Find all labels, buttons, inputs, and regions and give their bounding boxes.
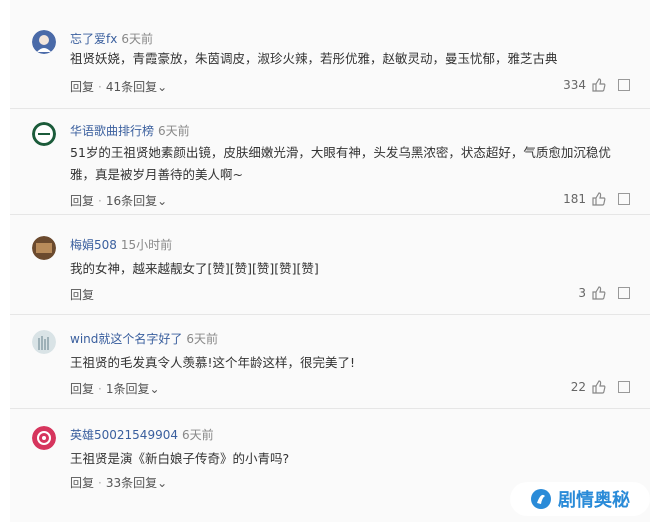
chevron-down-icon: ⌄ xyxy=(149,382,160,396)
report-icon[interactable] xyxy=(618,287,630,299)
timestamp: 15小时前 xyxy=(120,238,173,252)
avatar[interactable] xyxy=(32,426,56,450)
chevron-down-icon: ⌄ xyxy=(157,80,168,94)
avatar[interactable] xyxy=(32,236,56,260)
like-count: 181 xyxy=(563,192,586,206)
comment-user-line: wind就这个名字好了 6天前 xyxy=(70,330,218,347)
username[interactable]: wind就这个名字好了 xyxy=(70,332,182,346)
replies-count: 33条回复 xyxy=(105,476,158,490)
comment-user-line: 英雄50021549904 6天前 xyxy=(70,426,214,443)
comment-actions: 回复 · 41条回复⌄ xyxy=(70,78,167,95)
like-count: 22 xyxy=(570,380,586,394)
replies-count: 41条回复 xyxy=(105,80,158,94)
separator: · xyxy=(98,382,102,396)
reply-button[interactable]: 回复 xyxy=(70,80,94,94)
comment-meta: 3 xyxy=(578,286,630,300)
brand-icon xyxy=(531,489,551,509)
reply-button[interactable]: 回复 xyxy=(70,288,94,302)
avatar[interactable] xyxy=(32,330,56,354)
comment-user-line: 梅娟508 15小时前 xyxy=(70,236,172,253)
comment-item: wind就这个名字好了 6天前 王祖贤的毛发真令人羡慕!这个年龄这样，很完美了! … xyxy=(10,318,650,409)
comment-actions: 回复 · 1条回复⌄ xyxy=(70,380,160,397)
timestamp: 6天前 xyxy=(121,32,153,46)
comment-user-line: 忘了爱fx 6天前 xyxy=(70,30,153,47)
chevron-down-icon: ⌄ xyxy=(157,476,168,490)
comment-meta: 334 xyxy=(563,78,630,92)
username[interactable]: 梅娟508 xyxy=(70,238,117,252)
comment-item: 华语歌曲排行榜 6天前 51岁的王祖贤她素颜出镜，皮肤细嫩光滑，大眼有神，头发乌黑… xyxy=(10,110,650,215)
chevron-down-icon: ⌄ xyxy=(157,194,168,208)
report-icon[interactable] xyxy=(618,79,630,91)
replies-count: 1条回复 xyxy=(105,382,150,396)
reply-button[interactable]: 回复 xyxy=(70,476,94,490)
thumbs-up-icon[interactable] xyxy=(592,78,606,92)
separator: · xyxy=(98,476,102,490)
comment-actions: 回复 · 33条回复⌄ xyxy=(70,474,167,491)
reply-button[interactable]: 回复 xyxy=(70,194,94,208)
comments-panel: 忘了爱fx 6天前 祖贤妖娆，青霞豪放，朱茵调皮，淑珍火辣，若彤优雅，赵敏灵动，曼… xyxy=(10,0,650,522)
username[interactable]: 华语歌曲排行榜 xyxy=(70,124,154,138)
comment-text: 王祖贤是演《新白娘子传奇》的小青吗? xyxy=(70,451,290,466)
report-icon[interactable] xyxy=(618,381,630,393)
like-count: 334 xyxy=(563,78,586,92)
timestamp: 6天前 xyxy=(186,332,219,346)
comment-item: 梅娟508 15小时前 我的女神，越来越靓女了[赞][赞][赞][赞][赞] 回复… xyxy=(10,224,650,315)
thumbs-up-icon[interactable] xyxy=(592,380,606,394)
comment-actions: 回复 · 16条回复⌄ xyxy=(70,192,167,209)
username[interactable]: 英雄50021549904 xyxy=(70,428,178,442)
watermark-logo: 剧情奥秘 xyxy=(510,482,650,516)
replies-count: 16条回复 xyxy=(105,194,158,208)
timestamp: 6天前 xyxy=(158,124,190,138)
comment-text: 王祖贤的毛发真令人羡慕!这个年龄这样，很完美了! xyxy=(70,355,356,370)
separator: · xyxy=(98,80,102,94)
report-icon[interactable] xyxy=(618,193,630,205)
comment-item: 忘了爱fx 6天前 祖贤妖娆，青霞豪放，朱茵调皮，淑珍火辣，若彤优雅，赵敏灵动，曼… xyxy=(10,18,650,109)
comment-actions: 回复 xyxy=(70,286,94,303)
comment-text: 51岁的王祖贤她素颜出镜，皮肤细嫩光滑，大眼有神，头发乌黑浓密，状态超好，气质愈… xyxy=(70,145,611,182)
separator: · xyxy=(98,194,102,208)
replies-toggle[interactable]: 1条回复⌄ xyxy=(106,382,160,396)
comment-user-line: 华语歌曲排行榜 6天前 xyxy=(70,122,190,139)
comment-text: 祖贤妖娆，青霞豪放，朱茵调皮，淑珍火辣，若彤优雅，赵敏灵动，曼玉忧郁，雅芝古典 xyxy=(70,51,558,66)
comment-text: 我的女神，越来越靓女了[赞][赞][赞][赞][赞] xyxy=(70,261,319,276)
avatar[interactable] xyxy=(32,30,56,54)
thumbs-up-icon[interactable] xyxy=(592,192,606,206)
like-count: 3 xyxy=(578,286,586,300)
reply-button[interactable]: 回复 xyxy=(70,382,94,396)
replies-toggle[interactable]: 41条回复⌄ xyxy=(106,80,167,94)
replies-toggle[interactable]: 16条回复⌄ xyxy=(106,194,167,208)
replies-toggle[interactable]: 33条回复⌄ xyxy=(106,476,167,490)
comment-meta: 181 xyxy=(563,192,630,206)
avatar[interactable] xyxy=(32,122,56,146)
watermark-text: 剧情奥秘 xyxy=(558,490,630,511)
comment-meta: 22 xyxy=(571,380,630,394)
thumbs-up-icon[interactable] xyxy=(592,286,606,300)
username[interactable]: 忘了爱fx xyxy=(70,32,117,46)
timestamp: 6天前 xyxy=(181,428,214,442)
